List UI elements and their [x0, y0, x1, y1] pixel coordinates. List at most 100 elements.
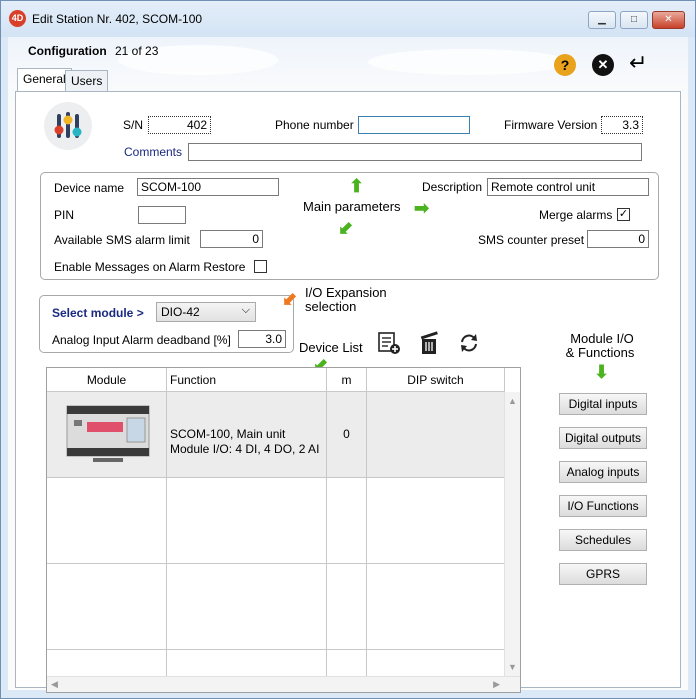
- phone-number-label: Phone number: [275, 118, 354, 132]
- scroll-down-icon[interactable]: ▼: [505, 662, 520, 672]
- device-list-table: Module Function m DIP switch SCOM-100, M…: [46, 367, 521, 693]
- sn-field[interactable]: 402: [148, 116, 211, 134]
- empty-cell: [327, 478, 367, 564]
- vertical-scrollbar[interactable]: ▲ ▼: [504, 392, 520, 676]
- empty-cell: [367, 564, 505, 650]
- configuration-count: 21 of 23: [115, 44, 159, 58]
- schedules-button[interactable]: Schedules: [559, 529, 647, 551]
- enable-restore-checkbox[interactable]: [254, 260, 267, 273]
- empty-cell: [367, 478, 505, 564]
- empty-cell: [47, 650, 167, 676]
- module-select[interactable]: DIO-42 ⌵: [156, 302, 256, 322]
- device-name-field[interactable]: SCOM-100: [137, 178, 279, 196]
- configuration-label: Configuration: [28, 44, 107, 58]
- edit-station-window: 4D Edit Station Nr. 402, SCOM-100 ▁ □ ✕ …: [0, 0, 696, 699]
- enable-restore-label: Enable Messages on Alarm Restore: [54, 260, 246, 274]
- analog-inputs-button[interactable]: Analog inputs: [559, 461, 647, 483]
- io-expansion-annotation-2: selection: [305, 299, 357, 314]
- scom-100-module-image: [66, 405, 150, 462]
- table-row-empty[interactable]: [47, 564, 506, 650]
- arrow-down-left-icon: ⬋: [338, 218, 354, 238]
- scroll-right-icon[interactable]: ▶: [493, 679, 500, 690]
- table-row-empty[interactable]: [47, 650, 506, 676]
- module-io-annotation-1: Module I/O: [570, 331, 634, 346]
- delete-device-icon[interactable]: [418, 331, 442, 355]
- comments-field[interactable]: [188, 143, 642, 161]
- empty-cell: [167, 478, 327, 564]
- deadband-label: Analog Input Alarm deadband [%]: [52, 333, 231, 347]
- sms-counter-preset-label: SMS counter preset: [478, 233, 585, 247]
- m-cell: 0: [327, 392, 367, 478]
- device-list-annotation: Device List: [299, 340, 363, 355]
- column-header-module[interactable]: Module: [47, 368, 167, 392]
- refresh-icon[interactable]: [457, 331, 481, 355]
- scroll-up-icon[interactable]: ▲: [505, 396, 520, 406]
- client-area: Configuration 21 of 23 ? ✕ ↵ General Use…: [8, 37, 688, 693]
- gprs-button[interactable]: GPRS: [559, 563, 647, 585]
- main-parameters-annotation: Main parameters: [303, 199, 401, 214]
- sms-alarm-limit-field[interactable]: 0: [200, 230, 263, 248]
- horizontal-scrollbar[interactable]: ◀ ▶: [47, 676, 520, 692]
- io-functions-button[interactable]: I/O Functions: [559, 495, 647, 517]
- device-name-label: Device name: [54, 181, 125, 195]
- empty-cell: [167, 564, 327, 650]
- deadband-field[interactable]: 3.0: [238, 330, 286, 348]
- main-parameters-group: Device name SCOM-100 PIN Available SMS a…: [40, 172, 659, 280]
- description-label: Description: [422, 180, 483, 194]
- empty-cell: [327, 650, 367, 676]
- column-header-m[interactable]: m: [327, 368, 367, 392]
- maximize-button[interactable]: □: [620, 11, 648, 29]
- merge-alarms-label: Merge alarms: [539, 208, 613, 222]
- digital-inputs-button[interactable]: Digital inputs: [559, 393, 647, 415]
- dip-switch-cell: [367, 392, 505, 478]
- scroll-left-icon[interactable]: ◀: [51, 679, 58, 690]
- comments-label: Comments: [124, 145, 183, 159]
- accept-button[interactable]: ↵: [629, 50, 647, 76]
- cloud-decoration: [368, 49, 568, 75]
- module-select-value: DIO-42: [161, 305, 200, 319]
- column-header-dip-switch[interactable]: DIP switch: [367, 368, 505, 392]
- table-row-empty[interactable]: [47, 478, 506, 564]
- pin-field[interactable]: [138, 206, 186, 224]
- tab-users[interactable]: Users: [65, 70, 109, 91]
- select-module-label: Select module >: [52, 306, 144, 320]
- tab-general[interactable]: General: [17, 68, 72, 92]
- module-image-cell: [47, 392, 167, 478]
- firmware-version-label: Firmware Version: [504, 118, 598, 132]
- phone-number-field[interactable]: [358, 116, 470, 134]
- description-field[interactable]: Remote control unit: [487, 178, 649, 196]
- sn-label: S/N: [123, 118, 144, 132]
- help-button[interactable]: ?: [554, 54, 576, 76]
- arrow-right-icon: ➡: [414, 198, 430, 218]
- empty-cell: [47, 564, 167, 650]
- arrow-up-icon: ⬆: [349, 176, 365, 196]
- cancel-button[interactable]: ✕: [592, 54, 614, 76]
- app-logo: 4D: [9, 10, 26, 27]
- arrow-down-left-orange-icon: ⬋: [282, 289, 298, 309]
- window-close-button[interactable]: ✕: [652, 11, 685, 29]
- chevron-down-icon: ⌵: [241, 304, 250, 316]
- table-row[interactable]: SCOM-100, Main unit Module I/O: 4 DI, 4 …: [47, 392, 506, 478]
- pin-label: PIN: [54, 208, 75, 222]
- add-device-icon[interactable]: [377, 331, 401, 355]
- empty-cell: [367, 650, 505, 676]
- io-expansion-annotation-1: I/O Expansion: [305, 285, 387, 300]
- window-title: Edit Station Nr. 402, SCOM-100: [32, 12, 203, 26]
- minimize-button[interactable]: ▁: [588, 11, 616, 29]
- column-header-function[interactable]: Function: [167, 368, 327, 392]
- empty-cell: [47, 478, 167, 564]
- function-cell: SCOM-100, Main unit Module I/O: 4 DI, 4 …: [167, 392, 327, 478]
- sms-alarm-limit-label: Available SMS alarm limit: [54, 233, 190, 247]
- empty-cell: [327, 564, 367, 650]
- function-line-2: Module I/O: 4 DI, 4 DO, 2 AI: [170, 442, 320, 456]
- merge-alarms-checkbox[interactable]: ✓: [617, 208, 630, 221]
- arrow-down-icon: ⬇: [594, 362, 610, 382]
- sms-counter-preset-field[interactable]: 0: [587, 230, 649, 248]
- digital-outputs-button[interactable]: Digital outputs: [559, 427, 647, 449]
- general-panel: S/N 402 Phone number Firmware Version 3.…: [15, 91, 681, 693]
- title-bar[interactable]: 4D Edit Station Nr. 402, SCOM-100 ▁ □ ✕: [1, 1, 695, 37]
- settings-sliders-icon: [44, 102, 92, 150]
- function-line-1: SCOM-100, Main unit: [170, 427, 286, 441]
- firmware-version-field[interactable]: 3.3: [601, 116, 643, 134]
- module-io-annotation-2: & Functions: [565, 345, 635, 360]
